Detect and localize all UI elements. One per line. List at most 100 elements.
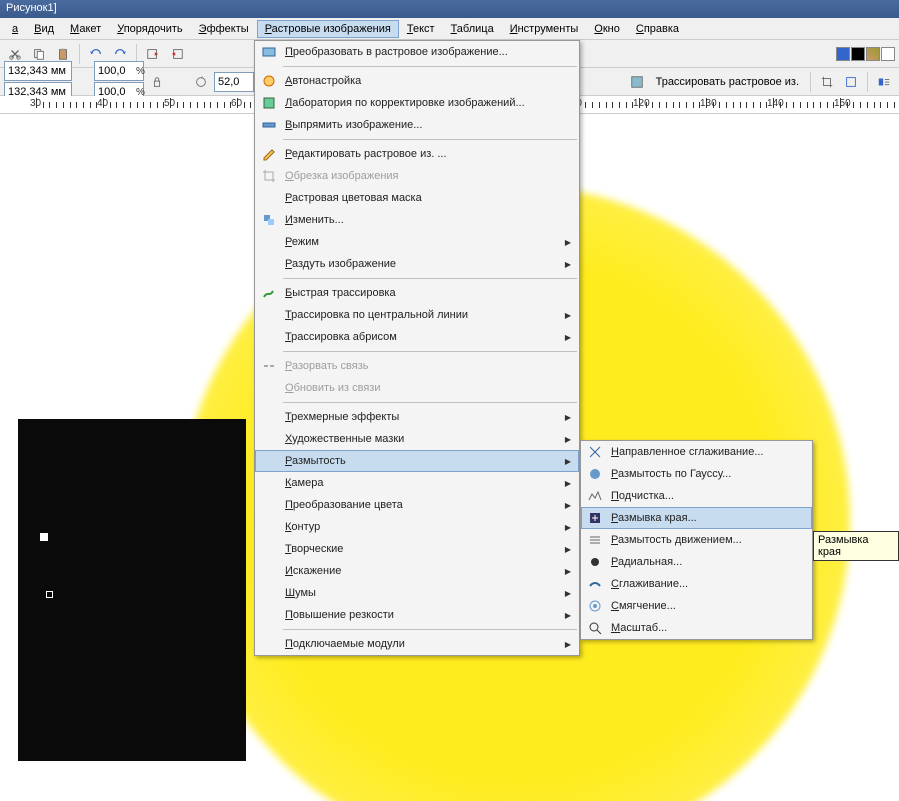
menu-таблица[interactable]: Таблица bbox=[443, 20, 502, 38]
bitmap-icon[interactable] bbox=[626, 71, 648, 93]
menu-item-label: Выпрямить изображение... bbox=[285, 119, 575, 131]
menu-item[interactable]: Трехмерные эффекты▶ bbox=[255, 406, 579, 428]
menu-item[interactable]: Преобразование цвета▶ bbox=[255, 494, 579, 516]
submenu-arrow-icon: ▶ bbox=[565, 479, 571, 488]
ruler-label: 150 bbox=[834, 98, 851, 109]
tooltip: Размывка края bbox=[813, 531, 899, 561]
menu-separator bbox=[283, 629, 577, 630]
menu-item-label: Творческие bbox=[285, 543, 565, 555]
menu-item-label: Трехмерные эффекты bbox=[285, 411, 565, 423]
submenu-item[interactable]: Направленное сглаживание... bbox=[581, 441, 812, 463]
menu-item[interactable]: Преобразовать в растровое изображение... bbox=[255, 41, 579, 63]
swatch-white[interactable] bbox=[881, 47, 895, 61]
submenu-arrow-icon: ▶ bbox=[565, 238, 571, 247]
rotation-input[interactable] bbox=[214, 72, 254, 92]
blank-icon bbox=[259, 497, 279, 513]
trace-button-label[interactable]: Трассировать растровое из. bbox=[656, 76, 799, 88]
menu-item-label: Подключаемые модули bbox=[285, 638, 565, 650]
title-bar: Рисунок1] bbox=[0, 0, 899, 18]
menu-item[interactable]: Подключаемые модули▶ bbox=[255, 633, 579, 655]
menu-item-label: Контур bbox=[285, 521, 565, 533]
submenu-item[interactable]: Подчистка... bbox=[581, 485, 812, 507]
menu-separator bbox=[283, 66, 577, 67]
menu-item-label: Трассировка абрисом bbox=[285, 331, 565, 343]
menu-item-label: Искажение bbox=[285, 565, 565, 577]
motion-icon bbox=[585, 532, 605, 548]
menu-упорядочить[interactable]: Упорядочить bbox=[109, 20, 190, 38]
menu-item[interactable]: Трассировка абрисом▶ bbox=[255, 326, 579, 348]
dir-icon bbox=[585, 444, 605, 460]
submenu-arrow-icon: ▶ bbox=[565, 545, 571, 554]
submenu-item[interactable]: Радиальная... bbox=[581, 551, 812, 573]
menu-item[interactable]: Быстрая трассировка bbox=[255, 282, 579, 304]
submenu-arrow-icon: ▶ bbox=[565, 523, 571, 532]
menu-а[interactable]: а bbox=[4, 20, 26, 38]
color-swatches[interactable] bbox=[836, 47, 895, 61]
blank-icon bbox=[259, 475, 279, 491]
menu-растровые изображения[interactable]: Растровые изображения bbox=[257, 20, 399, 38]
swatch-black[interactable] bbox=[851, 47, 865, 61]
menu-item[interactable]: Лаборатория по корректировке изображений… bbox=[255, 92, 579, 114]
menu-item[interactable]: Редактировать растровое из. ... bbox=[255, 143, 579, 165]
menu-item-label: Художественные мазки bbox=[285, 433, 565, 445]
menu-эффекты[interactable]: Эффекты bbox=[191, 20, 257, 38]
resample-tool-icon[interactable] bbox=[840, 71, 862, 93]
menu-item[interactable]: Изменить... bbox=[255, 209, 579, 231]
submenu-item-label: Масштаб... bbox=[611, 622, 808, 634]
menu-справка[interactable]: Справка bbox=[628, 20, 687, 38]
import-icon[interactable] bbox=[142, 43, 164, 65]
menu-item-label: Шумы bbox=[285, 587, 565, 599]
blank-icon bbox=[259, 431, 279, 447]
submenu-item[interactable]: Сглаживание... bbox=[581, 573, 812, 595]
blank-icon bbox=[259, 329, 279, 345]
menu-вид[interactable]: Вид bbox=[26, 20, 62, 38]
x-position-input[interactable] bbox=[4, 61, 72, 81]
menu-окно[interactable]: Окно bbox=[586, 20, 628, 38]
menu-separator bbox=[283, 351, 577, 352]
wrap-text-icon[interactable] bbox=[873, 71, 895, 93]
menu-макет[interactable]: Макет bbox=[62, 20, 109, 38]
submenu-item-label: Размытость движением... bbox=[611, 534, 808, 546]
submenu-item[interactable]: Смягчение... bbox=[581, 595, 812, 617]
submenu-item-label: Размытость по Гауссу... bbox=[611, 468, 808, 480]
lock-ratio-icon[interactable] bbox=[146, 71, 168, 93]
swatch-blue[interactable] bbox=[836, 47, 850, 61]
blank-icon bbox=[259, 234, 279, 250]
menu-item[interactable]: Художественные мазки▶ bbox=[255, 428, 579, 450]
submenu-item[interactable]: Размывка края... bbox=[581, 507, 812, 529]
menu-item-label: Трассировка по центральной линии bbox=[285, 309, 565, 321]
menu-item[interactable]: Повышение резкости▶ bbox=[255, 604, 579, 626]
export-icon[interactable] bbox=[166, 43, 188, 65]
lab-icon bbox=[259, 95, 279, 111]
menu-item[interactable]: Растровая цветовая маска bbox=[255, 187, 579, 209]
menu-bar: аВидМакетУпорядочитьЭффектыРастровые изо… bbox=[0, 18, 899, 40]
menu-item[interactable]: Раздуть изображение▶ bbox=[255, 253, 579, 275]
submenu-item[interactable]: Размытость по Гауссу... bbox=[581, 463, 812, 485]
menu-item[interactable]: Автонастройка bbox=[255, 70, 579, 92]
menu-item-label: Быстрая трассировка bbox=[285, 287, 575, 299]
submenu-item[interactable]: Размытость движением... bbox=[581, 529, 812, 551]
submenu-item-label: Подчистка... bbox=[611, 490, 808, 502]
menu-инструменты[interactable]: Инструменты bbox=[502, 20, 587, 38]
menu-item-label: Редактировать растровое из. ... bbox=[285, 148, 575, 160]
menu-item[interactable]: Выпрямить изображение... bbox=[255, 114, 579, 136]
menu-item[interactable]: Режим▶ bbox=[255, 231, 579, 253]
crop-tool-icon[interactable] bbox=[816, 71, 838, 93]
smooth-icon bbox=[585, 576, 605, 592]
submenu-arrow-icon: ▶ bbox=[565, 333, 571, 342]
menu-item[interactable]: Искажение▶ bbox=[255, 560, 579, 582]
menu-item[interactable]: Трассировка по центральной линии▶ bbox=[255, 304, 579, 326]
menu-item[interactable]: Контур▶ bbox=[255, 516, 579, 538]
blank-icon bbox=[259, 636, 279, 652]
menu-текст[interactable]: Текст bbox=[399, 20, 443, 38]
resample-icon bbox=[259, 212, 279, 228]
menu-item[interactable]: Творческие▶ bbox=[255, 538, 579, 560]
submenu-item[interactable]: Масштаб... bbox=[581, 617, 812, 639]
menu-item[interactable]: Размытость▶ bbox=[255, 450, 579, 472]
menu-item[interactable]: Шумы▶ bbox=[255, 582, 579, 604]
width-input[interactable]: % bbox=[94, 61, 144, 81]
black-rectangle-object[interactable] bbox=[18, 419, 246, 761]
menu-item[interactable]: Камера▶ bbox=[255, 472, 579, 494]
swatch-brown[interactable] bbox=[866, 47, 880, 61]
radial-icon bbox=[585, 554, 605, 570]
